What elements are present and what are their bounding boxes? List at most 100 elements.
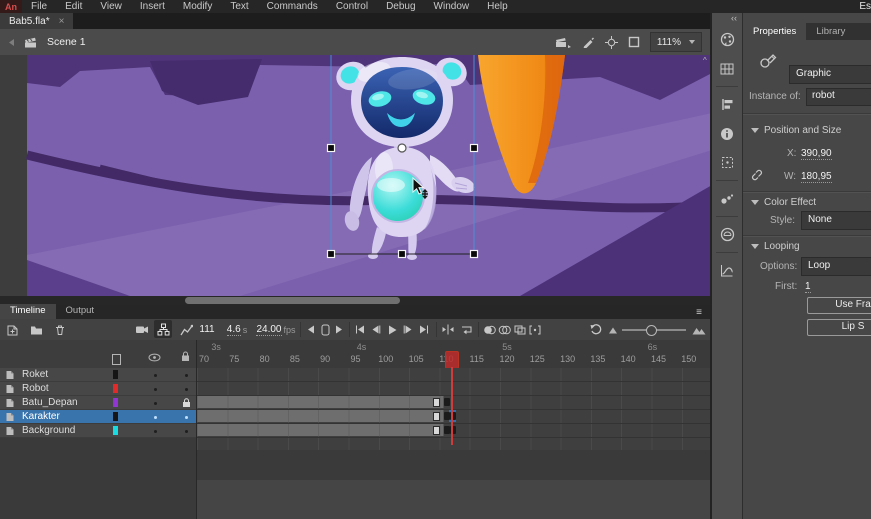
- menu-help[interactable]: Help: [478, 0, 517, 13]
- layer-frames-roket[interactable]: [197, 368, 710, 382]
- menu-file[interactable]: File: [22, 0, 56, 13]
- layer-color-swatch[interactable]: [113, 412, 118, 421]
- onion-skin-outlines-button[interactable]: [497, 319, 512, 340]
- layer-row-batu_depan[interactable]: Batu_Depan: [0, 396, 196, 410]
- delete-layer-button[interactable]: [50, 319, 70, 340]
- edit-scene-icon[interactable]: [555, 36, 571, 48]
- layer-row-robot[interactable]: Robot: [0, 382, 196, 396]
- panel-menu-icon[interactable]: ≡: [696, 307, 702, 319]
- cc-libraries-panel-icon[interactable]: [714, 222, 740, 247]
- ruler-frame-number[interactable]: 80: [255, 354, 275, 364]
- ruler-frame-number[interactable]: 95: [346, 354, 366, 364]
- zoom-control[interactable]: 111%: [650, 32, 702, 52]
- layer-visibility-dot[interactable]: [154, 374, 157, 377]
- ruler-frame-number[interactable]: 130: [558, 354, 578, 364]
- brush-library-panel-icon[interactable]: [714, 186, 740, 211]
- lip-syncing-button[interactable]: Lip S: [807, 319, 871, 336]
- layer-frames-batu_depan[interactable]: [197, 396, 710, 410]
- ruler-frame-number[interactable]: 150: [679, 354, 699, 364]
- ruler-frame-number[interactable]: 100: [376, 354, 396, 364]
- play-button[interactable]: [384, 319, 400, 340]
- center-stage-icon[interactable]: [605, 36, 618, 49]
- menu-commands[interactable]: Commands: [258, 0, 327, 13]
- menu-control[interactable]: Control: [327, 0, 377, 13]
- layer-visibility-dot[interactable]: [154, 416, 157, 419]
- go-first-frame-button[interactable]: [352, 319, 368, 340]
- lock-column-icon[interactable]: [181, 351, 190, 362]
- menu-debug[interactable]: Debug: [377, 0, 424, 13]
- ruler-frame-number[interactable]: 135: [588, 354, 608, 364]
- menu-edit[interactable]: Edit: [56, 0, 91, 13]
- tab-properties[interactable]: Properties: [743, 23, 806, 40]
- frames-area[interactable]: 7075808590951001051101151201251301351401…: [197, 340, 710, 519]
- layer-row-background[interactable]: Background: [0, 424, 196, 438]
- layer-lock-dot[interactable]: [185, 430, 188, 433]
- menu-window[interactable]: Window: [425, 0, 479, 13]
- modify-markers-button[interactable]: [527, 319, 542, 340]
- tab-timeline[interactable]: Timeline: [0, 304, 56, 319]
- zoom-in-frames-icon[interactable]: [690, 319, 708, 340]
- step-back-one-button[interactable]: [368, 319, 384, 340]
- step-forward-one-button[interactable]: [400, 319, 416, 340]
- visibility-column-eye-icon[interactable]: [148, 353, 161, 362]
- w-value[interactable]: 180,95: [801, 171, 832, 183]
- collapse-panels-icon[interactable]: ‹‹: [731, 13, 742, 25]
- layer-visibility-dot[interactable]: [154, 388, 157, 391]
- layer-depth-button[interactable]: [176, 319, 196, 340]
- edit-symbols-icon[interactable]: [581, 36, 595, 48]
- ruler-frame-number[interactable]: 125: [527, 354, 547, 364]
- swatches-panel-icon[interactable]: [714, 56, 740, 81]
- color-effect-section-header[interactable]: Color Effect: [751, 197, 816, 208]
- layer-color-swatch[interactable]: [113, 370, 118, 379]
- menu-view[interactable]: View: [91, 0, 131, 13]
- layer-lock-dot[interactable]: [185, 416, 188, 419]
- ruler-frame-number[interactable]: 85: [285, 354, 305, 364]
- position-size-section-header[interactable]: Position and Size: [751, 125, 841, 136]
- stage-canvas[interactable]: ^: [0, 55, 712, 305]
- info-panel-icon[interactable]: [714, 121, 740, 146]
- timeline-ruler[interactable]: 7075808590951001051101151201251301351401…: [197, 340, 710, 369]
- new-folder-button[interactable]: [26, 319, 46, 340]
- loop-playback-button[interactable]: [458, 319, 474, 340]
- step-forward-icon[interactable]: [332, 319, 346, 340]
- link-dimensions-icon[interactable]: [750, 169, 764, 181]
- camera-button[interactable]: [132, 319, 152, 340]
- layer-color-swatch[interactable]: [113, 384, 118, 393]
- layer-parenting-button[interactable]: [154, 320, 172, 338]
- document-tab[interactable]: Bab5.fla* ×: [0, 13, 73, 29]
- reset-timeline-zoom-button[interactable]: [588, 319, 604, 340]
- clip-content-icon[interactable]: [628, 36, 640, 48]
- ruler-frame-number[interactable]: 115: [467, 354, 487, 364]
- layer-row-roket[interactable]: Roket: [0, 368, 196, 382]
- layer-color-swatch[interactable]: [113, 398, 118, 407]
- layer-row-karakter[interactable]: Karakter: [0, 410, 196, 424]
- transform-panel-icon[interactable]: [714, 150, 740, 175]
- x-value[interactable]: 390,90: [801, 148, 832, 160]
- first-frame-value[interactable]: 1: [805, 281, 811, 293]
- edit-multiple-frames-button[interactable]: [512, 319, 527, 340]
- align-panel-icon[interactable]: [714, 92, 740, 117]
- color-panel-icon[interactable]: [714, 27, 740, 52]
- outline-column-icon[interactable]: [112, 354, 121, 365]
- horizontal-scrollbar[interactable]: [0, 296, 712, 305]
- keyframe-marker[interactable]: [444, 412, 450, 420]
- keyframe-marker[interactable]: [444, 426, 450, 434]
- instance-name-field[interactable]: robot: [806, 88, 871, 106]
- layer-frames-background[interactable]: [197, 424, 710, 438]
- ruler-frame-number[interactable]: 120: [497, 354, 517, 364]
- tab-library[interactable]: Library: [806, 23, 855, 40]
- tab-close-icon[interactable]: ×: [59, 16, 65, 27]
- back-arrow-icon[interactable]: [7, 38, 16, 47]
- layer-frames-karakter[interactable]: [197, 410, 710, 424]
- motion-editor-panel-icon[interactable]: [714, 258, 740, 283]
- current-frame-field[interactable]: 111: [198, 319, 216, 341]
- ruler-frame-number[interactable]: 145: [649, 354, 669, 364]
- layer-visibility-dot[interactable]: [154, 430, 157, 433]
- menu-modify[interactable]: Modify: [174, 0, 221, 13]
- app-logo-icon[interactable]: An: [0, 0, 22, 13]
- keyframe-marker[interactable]: [444, 398, 450, 406]
- frame-rate-field[interactable]: 24.00 fps: [255, 319, 297, 340]
- elapsed-time-field[interactable]: 4.6 s: [224, 319, 250, 340]
- layer-visibility-dot[interactable]: [154, 402, 157, 405]
- tab-output[interactable]: Output: [56, 304, 105, 319]
